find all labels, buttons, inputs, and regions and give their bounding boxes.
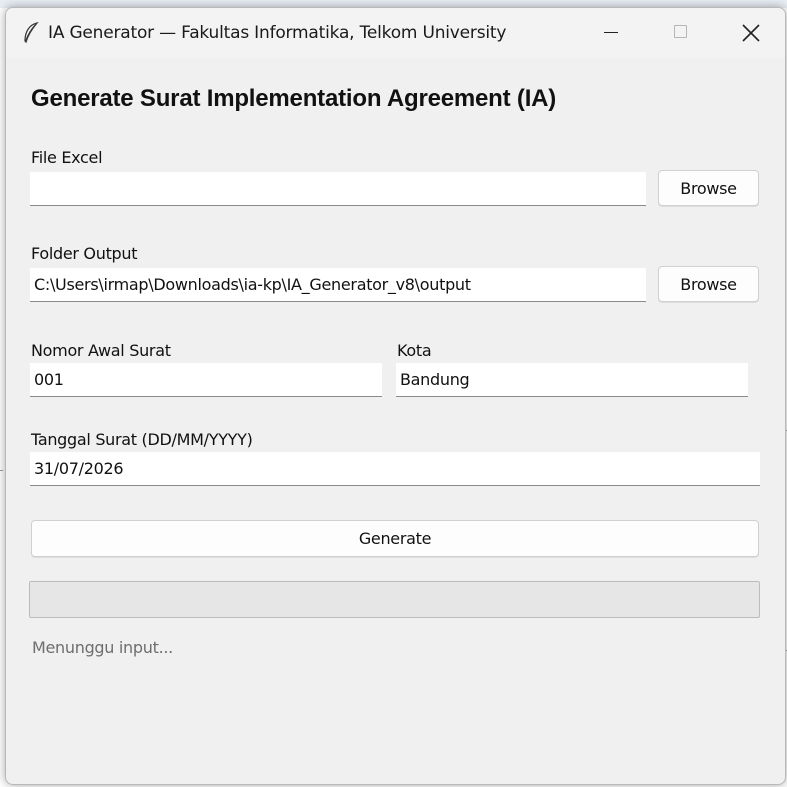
- kota-input[interactable]: [396, 363, 748, 397]
- close-icon[interactable]: [718, 8, 782, 58]
- feather-icon: [24, 22, 39, 44]
- file-excel-input[interactable]: [30, 172, 646, 206]
- page-title: Generate Surat Implementation Agreement …: [31, 85, 557, 112]
- folder-output-input[interactable]: [30, 268, 646, 302]
- minimize-icon[interactable]: [578, 8, 642, 58]
- nomor-awal-input[interactable]: [30, 363, 382, 397]
- ia-generator-window: IA Generator — Fakultas Informatika, Tel…: [5, 7, 786, 785]
- status-text: Menunggu input...: [32, 638, 173, 657]
- progress-bar: [29, 581, 760, 618]
- folder-output-label: Folder Output: [31, 244, 138, 263]
- tanggal-label: Tanggal Surat (DD/MM/YYYY): [31, 430, 253, 449]
- browse-folder-button[interactable]: Browse: [658, 266, 759, 302]
- nomor-awal-label: Nomor Awal Surat: [31, 341, 171, 360]
- kota-label: Kota: [397, 341, 432, 360]
- tanggal-input[interactable]: [30, 452, 760, 486]
- title-bar[interactable]: IA Generator — Fakultas Informatika, Tel…: [6, 8, 785, 58]
- window-title: IA Generator — Fakultas Informatika, Tel…: [48, 23, 507, 43]
- file-excel-label: File Excel: [31, 148, 103, 167]
- maximize-icon[interactable]: [648, 8, 712, 58]
- browse-excel-button[interactable]: Browse: [658, 170, 759, 206]
- generate-button[interactable]: Generate: [31, 520, 759, 557]
- background-divider: [0, 470, 3, 471]
